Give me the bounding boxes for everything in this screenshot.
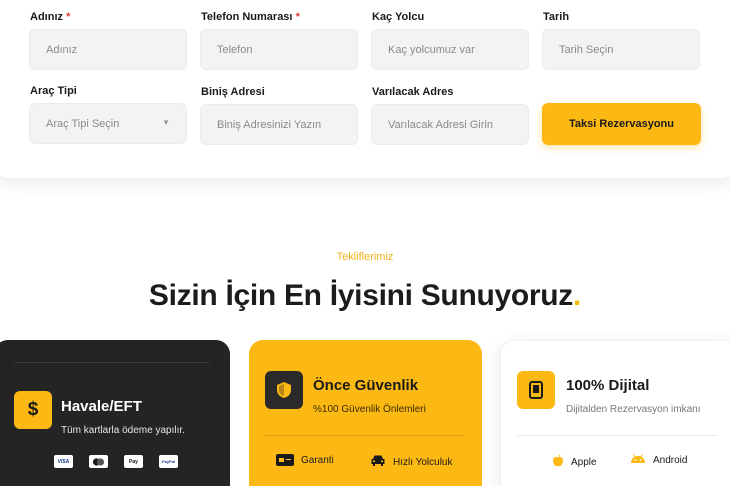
destination-address-input[interactable]: Varılacak Adresi Girin: [371, 104, 529, 145]
divider: [517, 435, 717, 436]
card-subtitle: Dijitalden Rezervasyon imkanı: [566, 404, 701, 415]
feature-fast-ride: Hızlı Yolculuk: [370, 454, 452, 470]
divider: [265, 435, 465, 436]
passenger-count-input[interactable]: Kaç yolcumuz var: [371, 29, 529, 70]
visa-icon: VISA: [54, 455, 73, 468]
reservation-form: [0, 0, 730, 178]
apple-pay-icon: Pay: [124, 455, 143, 468]
dollar-icon: $: [14, 391, 52, 429]
android-icon: [630, 454, 646, 467]
apple-icon: [552, 454, 564, 470]
section-title: Sizin İçin En İyisini Sunuyoruz.: [148, 279, 582, 312]
date-input[interactable]: Tarih Seçin: [542, 29, 700, 70]
date-label: Tarih: [543, 11, 570, 23]
payment-methods: VISA Pay PayPal: [54, 455, 178, 468]
divider: [14, 362, 210, 363]
chevron-down-icon: ▼: [162, 118, 170, 127]
name-label: Adınız *: [30, 11, 71, 23]
feature-android[interactable]: Android: [630, 454, 687, 467]
tablet-icon: [517, 371, 555, 409]
passenger-count-label: Kaç Yolcu: [372, 11, 425, 23]
destination-address-label: Varılacak Adres: [372, 86, 454, 98]
name-input[interactable]: Adınız: [29, 29, 187, 70]
card-subtitle: Tüm kartlarla ödeme yapılır.: [61, 425, 185, 436]
feature-guarantee: Garanti: [276, 454, 334, 466]
paypal-icon: PayPal: [159, 455, 178, 468]
car-icon: [370, 454, 386, 470]
vehicle-type-select[interactable]: Araç Tipi Seçin ▼: [29, 103, 187, 144]
phone-label: Telefon Numarası *: [201, 11, 300, 23]
card-title: 100% Dijital: [566, 377, 650, 394]
pickup-address-input[interactable]: Biniş Adresinizi Yazın: [200, 104, 358, 145]
mastercard-icon: [89, 455, 108, 468]
taxi-reservation-button[interactable]: Taksi Rezervasyonu: [542, 103, 701, 145]
card-title: Havale/EFT: [61, 398, 142, 415]
card-subtitle: %100 Güvenlik Önlemleri: [313, 404, 426, 415]
vehicle-type-label: Araç Tipi: [30, 85, 77, 97]
section-eyebrow: Tekliflerimiz: [336, 251, 394, 263]
shield-icon: [265, 371, 303, 409]
pickup-address-label: Biniş Adresi: [201, 86, 265, 98]
phone-input[interactable]: Telefon: [200, 29, 358, 70]
feature-apple[interactable]: Apple: [552, 454, 597, 470]
card-title: Önce Güvenlik: [313, 377, 419, 394]
card-icon: [276, 454, 294, 466]
